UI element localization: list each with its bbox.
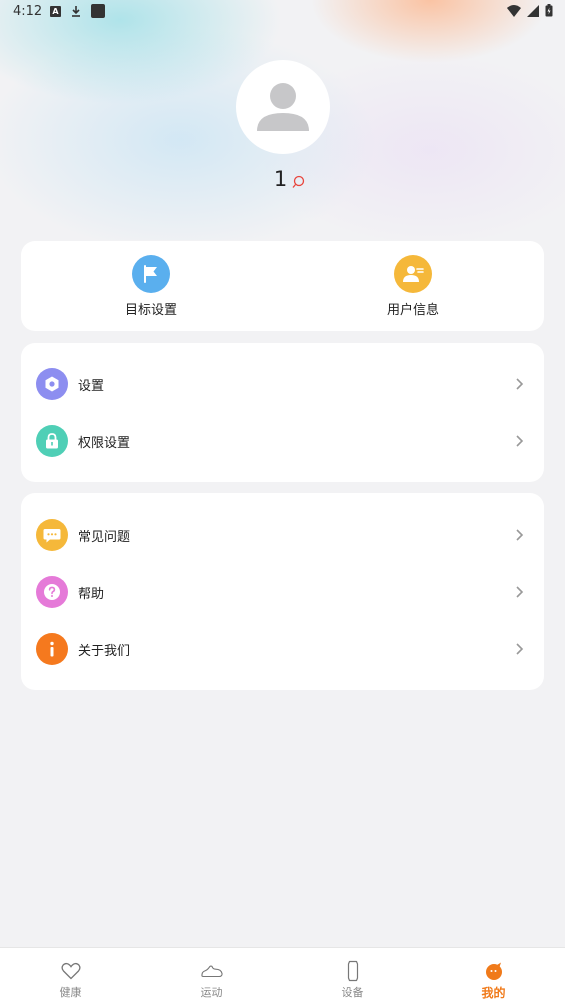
info-icon: [36, 633, 68, 665]
settings-label: 设置: [78, 379, 105, 394]
mascot-icon: [483, 960, 505, 982]
tab-health-label: 健康: [59, 986, 82, 999]
chat-bubble-icon: [36, 519, 68, 551]
sneaker-icon: [200, 960, 223, 982]
watch-icon: [342, 960, 364, 982]
username: 1: [273, 167, 288, 191]
status-time: 4:12: [13, 4, 43, 19]
bottom-tab-bar: 健康 运动 设备 我的: [0, 947, 565, 1005]
chevron-right-icon: [516, 529, 524, 541]
battery-icon: [545, 4, 553, 17]
heart-icon: [60, 960, 82, 982]
cell-signal-icon: [527, 4, 539, 17]
user-card-icon: [394, 255, 432, 293]
settings-row[interactable]: 设置: [21, 359, 544, 409]
flag-icon: [132, 255, 170, 293]
status-bar: 4:12 A: [0, 0, 565, 24]
download-icon: [72, 6, 80, 17]
question-icon: [36, 576, 68, 608]
chevron-right-icon: [516, 643, 524, 655]
tab-device-label: 设备: [341, 986, 364, 999]
user-silhouette-icon: [257, 83, 309, 131]
tab-sport-label: 运动: [200, 986, 223, 999]
faq-row[interactable]: 常见问题: [21, 510, 544, 560]
app-notification-icon: [91, 4, 105, 18]
permission-settings-row[interactable]: 权限设置: [21, 416, 544, 466]
help-label: 帮助: [78, 587, 105, 602]
faq-label: 常见问题: [78, 530, 131, 545]
goal-settings-button[interactable]: 目标设置: [81, 255, 221, 319]
goal-settings-label: 目标设置: [124, 303, 177, 318]
avatar[interactable]: [236, 60, 330, 154]
notification-a-icon: A: [50, 5, 61, 17]
tab-mine[interactable]: 我的: [423, 948, 564, 1005]
chevron-right-icon: [516, 435, 524, 447]
chevron-right-icon: [516, 378, 524, 390]
chevron-right-icon: [516, 586, 524, 598]
tab-device[interactable]: 设备: [282, 948, 423, 1005]
tab-mine-label: 我的: [481, 986, 506, 1000]
user-info-label: 用户信息: [386, 303, 439, 318]
about-us-row[interactable]: 关于我们: [21, 624, 544, 674]
edit-name-icon[interactable]: [291, 175, 305, 189]
permission-settings-label: 权限设置: [78, 436, 131, 451]
wifi-icon: [507, 4, 521, 17]
help-row[interactable]: 帮助: [21, 567, 544, 617]
tab-sport[interactable]: 运动: [141, 948, 282, 1005]
username-row: 1: [0, 166, 565, 192]
user-info-button[interactable]: 用户信息: [343, 255, 483, 319]
gear-icon: [36, 368, 68, 400]
help-card: 常见问题 帮助 关于我们: [21, 493, 544, 690]
tab-health[interactable]: 健康: [0, 948, 141, 1005]
quick-actions-card: 目标设置 用户信息: [21, 241, 544, 331]
settings-card: 设置 权限设置: [21, 343, 544, 482]
lock-icon: [36, 425, 68, 457]
about-us-label: 关于我们: [78, 644, 131, 659]
